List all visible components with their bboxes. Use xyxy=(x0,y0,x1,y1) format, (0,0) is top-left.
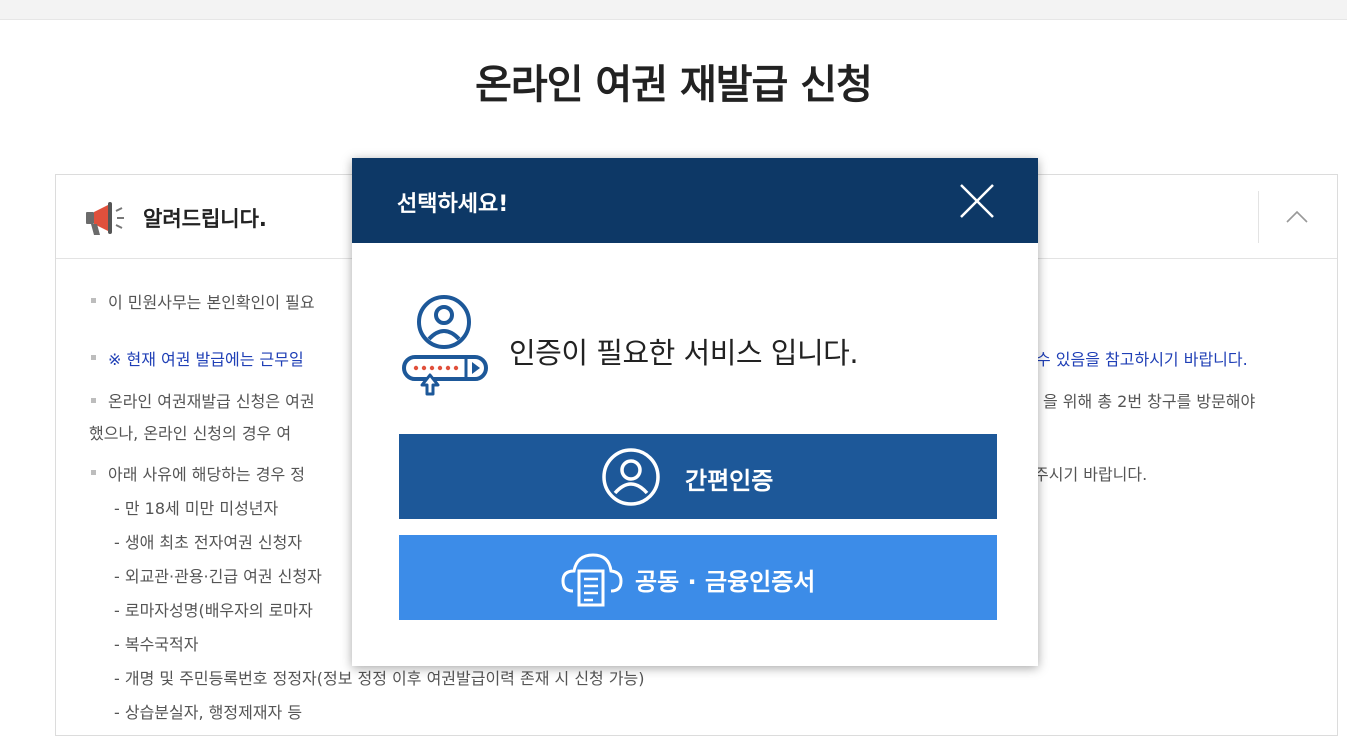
list-item: - 복수국적자 xyxy=(114,635,199,654)
joint-cert-label: 공동 · 금융인증서 xyxy=(635,568,816,596)
chevron-up-icon[interactable] xyxy=(1283,203,1311,231)
bullet xyxy=(91,470,96,475)
user-auth-icon xyxy=(402,295,488,396)
list-item: - 만 18세 미만 미성년자 xyxy=(114,499,279,518)
notice-line: 주시기 바랍니다. xyxy=(1034,465,1148,484)
modal-title: 선택하세요! xyxy=(397,192,509,217)
notice-line: 아래 사유에 해당하는 경우 정 xyxy=(108,465,305,484)
modal-header: 선택하세요! xyxy=(352,158,1038,243)
bullet xyxy=(91,398,96,403)
list-item: - 외교관·관용·긴급 여권 신청자 xyxy=(114,567,322,586)
auth-select-modal: 선택하세요! 인증이 필요한 서비스 입니다. 간편인증 공동 · 금융인증서 xyxy=(352,158,1038,666)
top-strip xyxy=(0,0,1347,20)
simple-auth-button[interactable]: 간편인증 xyxy=(399,434,997,519)
notice-line: 온라인 여권재발급 신청은 여권 xyxy=(108,392,315,411)
notice-line: 을 위해 총 2번 창구를 방문해야 xyxy=(1043,392,1256,411)
notice-title: 알려드립니다. xyxy=(143,207,267,231)
notice-line-highlight: ※ 현재 여권 발급에는 근무일 xyxy=(108,350,304,369)
auth-required-message: 인증이 필요한 서비스 입니다. xyxy=(509,336,859,370)
cloud-document-icon xyxy=(561,553,623,607)
list-item: - 생애 최초 전자여권 신청자 xyxy=(114,533,303,552)
divider xyxy=(1258,191,1259,243)
bullet xyxy=(91,355,96,360)
page-title: 온라인 여권 재발급 신청 xyxy=(475,62,873,108)
close-icon[interactable] xyxy=(958,182,996,220)
notice-line: 했으나, 온라인 신청의 경우 여 xyxy=(89,424,292,443)
user-circle-icon xyxy=(602,448,660,506)
notice-line-highlight: 수 있음을 참고하시기 바랍니다. xyxy=(1036,350,1248,369)
list-item: - 로마자성명(배우자의 로마자 xyxy=(114,601,313,620)
notice-line: 이 민원사무는 본인확인이 필요 xyxy=(108,293,315,312)
simple-auth-label: 간편인증 xyxy=(685,467,774,495)
list-item: - 상습분실자, 행정제재자 등 xyxy=(114,703,303,722)
megaphone-icon xyxy=(86,202,124,235)
joint-cert-button[interactable]: 공동 · 금융인증서 xyxy=(399,535,997,620)
bullet xyxy=(91,298,96,303)
list-item: - 개명 및 주민등록번호 정정자(정보 정정 이후 여권발급이력 존재 시 신… xyxy=(114,669,645,688)
